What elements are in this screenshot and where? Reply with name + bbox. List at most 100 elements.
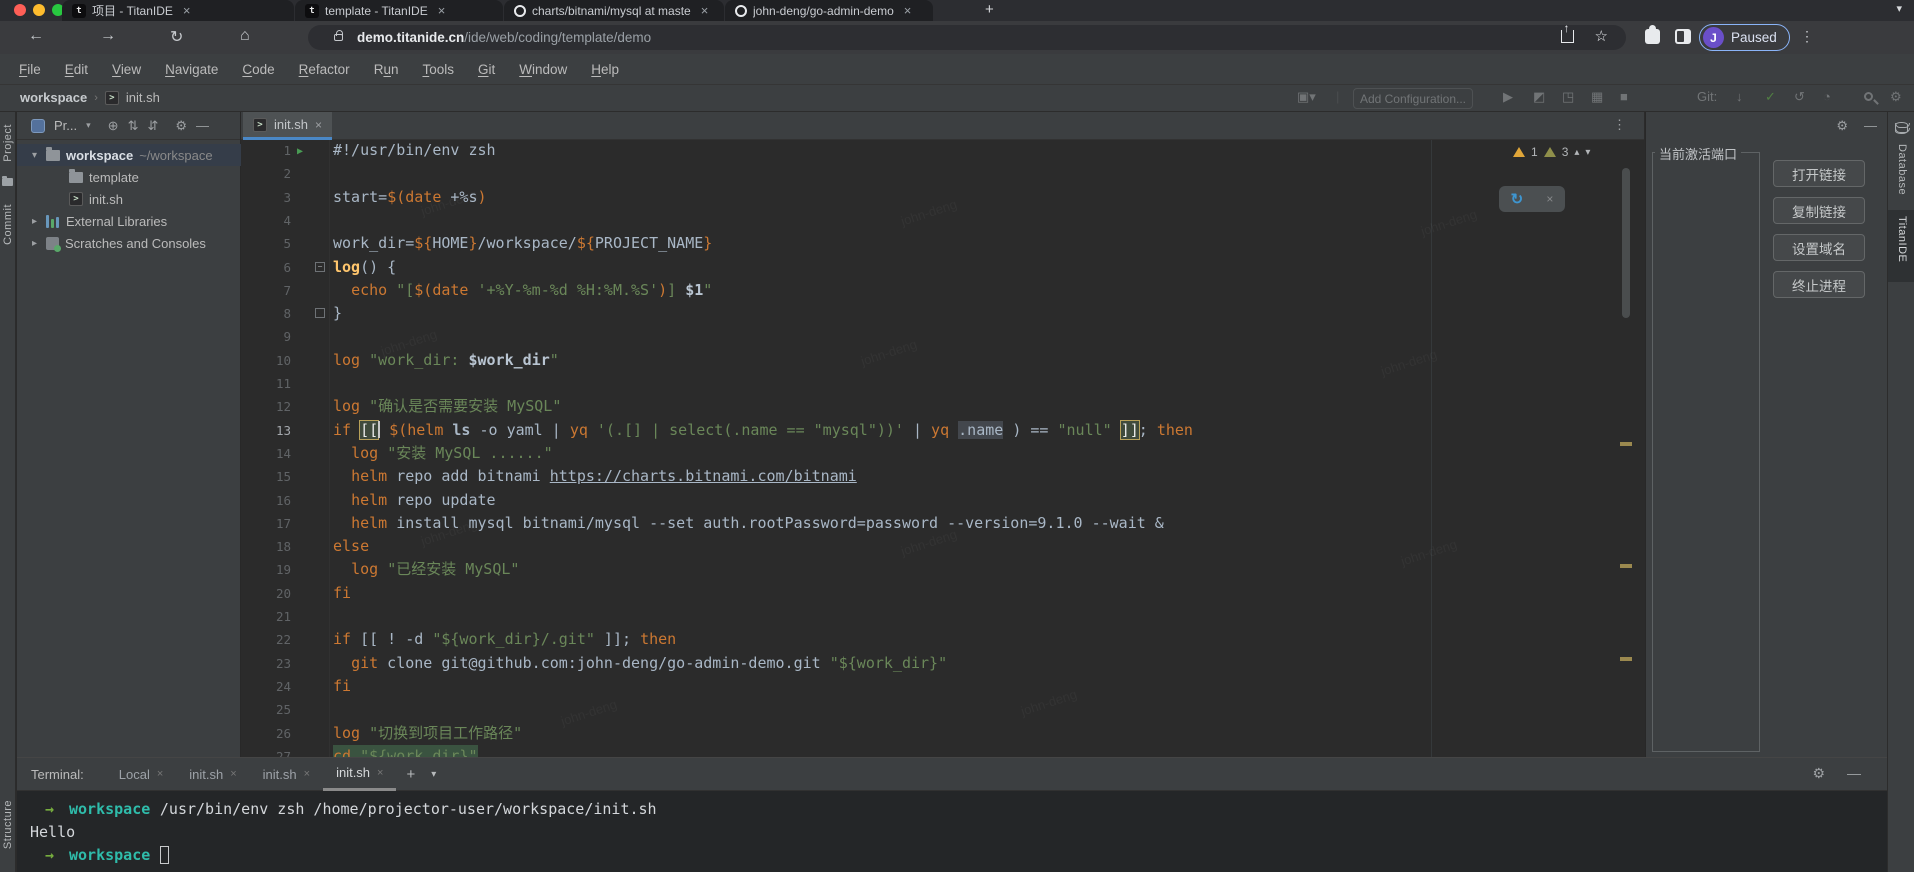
port-action-button-0[interactable]: 打开链接 — [1773, 160, 1865, 187]
tree-item-external-libraries[interactable]: ▸External Libraries — [17, 210, 241, 232]
coverage-icon[interactable]: ▦ — [1591, 89, 1603, 105]
close-icon[interactable]: × — [1546, 192, 1553, 206]
menu-refactor[interactable]: Refactor — [288, 59, 361, 80]
collapse-all-icon[interactable]: ⇵ — [147, 118, 158, 134]
run-button[interactable]: ▶ — [1503, 89, 1513, 105]
fold-marker-icon[interactable] — [315, 308, 325, 318]
menu-code[interactable]: Code — [231, 59, 285, 80]
tree-item-template[interactable]: template — [17, 166, 241, 188]
terminal-tab-2[interactable]: init.sh× — [250, 758, 323, 791]
browser-tab-0[interactable]: t项目 - TitanIDE× — [62, 0, 294, 21]
port-action-button-2[interactable]: 设置域名 — [1773, 234, 1865, 261]
close-tab-icon[interactable]: × — [315, 118, 322, 132]
close-tab-icon[interactable]: × — [183, 3, 191, 18]
menu-tools[interactable]: Tools — [411, 59, 465, 80]
tool-button-project[interactable]: Project — [2, 124, 14, 162]
terminal-chevron-icon[interactable]: ▾ — [431, 769, 436, 780]
debug-icon[interactable]: ◩ — [1533, 89, 1545, 105]
sync-refresh-icon[interactable]: ↻ — [1511, 190, 1524, 208]
browser-tab-2[interactable]: charts/bitnami/mysql at maste× — [504, 0, 724, 21]
warning-stripe-mark[interactable] — [1620, 564, 1632, 568]
close-tab-icon[interactable]: × — [304, 768, 310, 780]
bookmark-star-icon[interactable]: ☆ — [1595, 27, 1608, 45]
device-icon[interactable]: ▣▾ — [1297, 89, 1316, 105]
close-tab-icon[interactable]: × — [377, 767, 383, 779]
lock-icon[interactable] — [334, 34, 343, 41]
code-hyperlink[interactable]: https://charts.bitnami.com/bitnami — [550, 467, 857, 485]
hide-panel-icon[interactable]: — — [1864, 118, 1877, 134]
locate-file-icon[interactable]: ⊕ — [108, 118, 119, 134]
tree-chevron-icon[interactable]: ▸ — [29, 216, 40, 227]
git-commit-check-icon[interactable]: ✓ — [1765, 89, 1776, 105]
tree-item-init-sh[interactable]: >init.sh — [17, 188, 241, 210]
menu-view[interactable]: View — [101, 59, 152, 80]
profile-chip[interactable]: J Paused — [1699, 24, 1790, 51]
editor-options-kebab-icon[interactable]: ⋮ — [1613, 117, 1626, 133]
code-line-8[interactable]: 8} — [241, 302, 1621, 325]
code-line-13[interactable]: 13if [[ $(helm ls -o yaml | yq '(.[] | s… — [241, 419, 1621, 442]
window-close-button[interactable] — [14, 4, 26, 16]
menu-git[interactable]: Git — [467, 59, 506, 80]
side-panel-icon[interactable] — [1675, 29, 1691, 44]
menu-help[interactable]: Help — [580, 59, 630, 80]
code-line-1[interactable]: 1▶#!/usr/bin/env zsh — [241, 139, 1621, 162]
stop-icon[interactable]: ■ — [1620, 89, 1628, 104]
close-tab-icon[interactable]: × — [157, 768, 163, 780]
tool-button-database[interactable]: Database — [1896, 144, 1908, 195]
git-update-icon[interactable]: ↓ — [1736, 89, 1743, 104]
hide-panel-icon[interactable]: — — [196, 118, 209, 133]
editor-scrollbar[interactable] — [1622, 168, 1630, 318]
close-tab-icon[interactable]: × — [230, 768, 236, 780]
code-line-22[interactable]: 22if [[ ! -d "${work_dir}/.git" ]]; then — [241, 628, 1621, 651]
search-everywhere-icon[interactable] — [1864, 92, 1873, 101]
menu-window[interactable]: Window — [508, 59, 578, 80]
git-history-icon[interactable]: ◔ — [1823, 89, 1831, 104]
next-warning-icon[interactable]: ▾ — [1585, 147, 1590, 158]
close-tab-icon[interactable]: × — [438, 3, 446, 18]
hide-terminal-icon[interactable]: — — [1847, 765, 1861, 782]
close-tab-icon[interactable]: × — [701, 3, 709, 18]
code-line-16[interactable]: 16 helm repo update — [241, 489, 1621, 512]
code-line-25[interactable]: 25 — [241, 698, 1621, 721]
tool-button-titanide[interactable]: TitanIDE — [1888, 210, 1914, 282]
back-button[interactable]: ← — [28, 27, 44, 45]
home-button[interactable]: ⌂ — [240, 27, 250, 45]
profile-run-icon[interactable]: ◳ — [1562, 89, 1574, 105]
tab-search-chevron-icon[interactable]: ▾ — [1896, 2, 1902, 15]
browser-tab-3[interactable]: john-deng/go-admin-demo× — [725, 0, 933, 21]
code-line-15[interactable]: 15 helm repo add bitnami https://charts.… — [241, 465, 1621, 488]
share-icon[interactable] — [1561, 30, 1574, 43]
port-action-button-1[interactable]: 复制链接 — [1773, 197, 1865, 224]
project-folder-icon[interactable] — [2, 178, 13, 186]
code-line-26[interactable]: 26log "切换到项目工作路径" — [241, 722, 1621, 745]
code-line-2[interactable]: 2 — [241, 162, 1621, 185]
code-line-5[interactable]: 5work_dir=${HOME}/workspace/${PROJECT_NA… — [241, 232, 1621, 255]
code-line-7[interactable]: 7 echo "[$(date '+%Y-%m-%d %H:%M.%S')] $… — [241, 279, 1621, 302]
reload-button[interactable]: ↻ — [170, 27, 183, 47]
tree-item-workspace[interactable]: ▾workspace~/workspace — [17, 144, 241, 166]
run-line-icon[interactable]: ▶ — [297, 140, 303, 163]
code-line-21[interactable]: 21 — [241, 605, 1621, 628]
add-configuration-button[interactable]: Add Configuration... — [1353, 88, 1473, 109]
fold-marker-icon[interactable]: − — [315, 262, 325, 272]
expand-all-icon[interactable]: ⇅ — [128, 118, 139, 134]
menu-file[interactable]: File — [8, 59, 52, 80]
address-bar[interactable]: demo.titanide.cn/ide/web/coding/template… — [308, 25, 1626, 50]
terminal-tab-1[interactable]: init.sh× — [176, 758, 249, 791]
terminal-settings-gear-icon[interactable]: ⚙ — [1812, 765, 1825, 782]
warning-stripe-mark[interactable] — [1620, 442, 1632, 446]
database-icon[interactable] — [1895, 122, 1908, 134]
port-action-button-3[interactable]: 终止进程 — [1773, 271, 1865, 298]
tree-chevron-icon[interactable]: ▸ — [29, 238, 40, 249]
code-line-14[interactable]: 14 log "安装 MySQL ......" — [241, 442, 1621, 465]
close-tab-icon[interactable]: × — [904, 3, 912, 18]
code-line-12[interactable]: 12log "确认是否需要安装 MySQL" — [241, 395, 1621, 418]
forward-button[interactable]: → — [100, 27, 116, 45]
terminal-tab-3[interactable]: init.sh× — [323, 758, 396, 791]
browser-menu-icon[interactable]: ⋮ — [1800, 28, 1814, 45]
window-minimize-button[interactable] — [33, 4, 45, 16]
git-rollback-icon[interactable]: ↺ — [1794, 89, 1805, 105]
menu-navigate[interactable]: Navigate — [154, 59, 229, 80]
code-line-24[interactable]: 24fi — [241, 675, 1621, 698]
tree-chevron-icon[interactable]: ▾ — [29, 150, 40, 161]
